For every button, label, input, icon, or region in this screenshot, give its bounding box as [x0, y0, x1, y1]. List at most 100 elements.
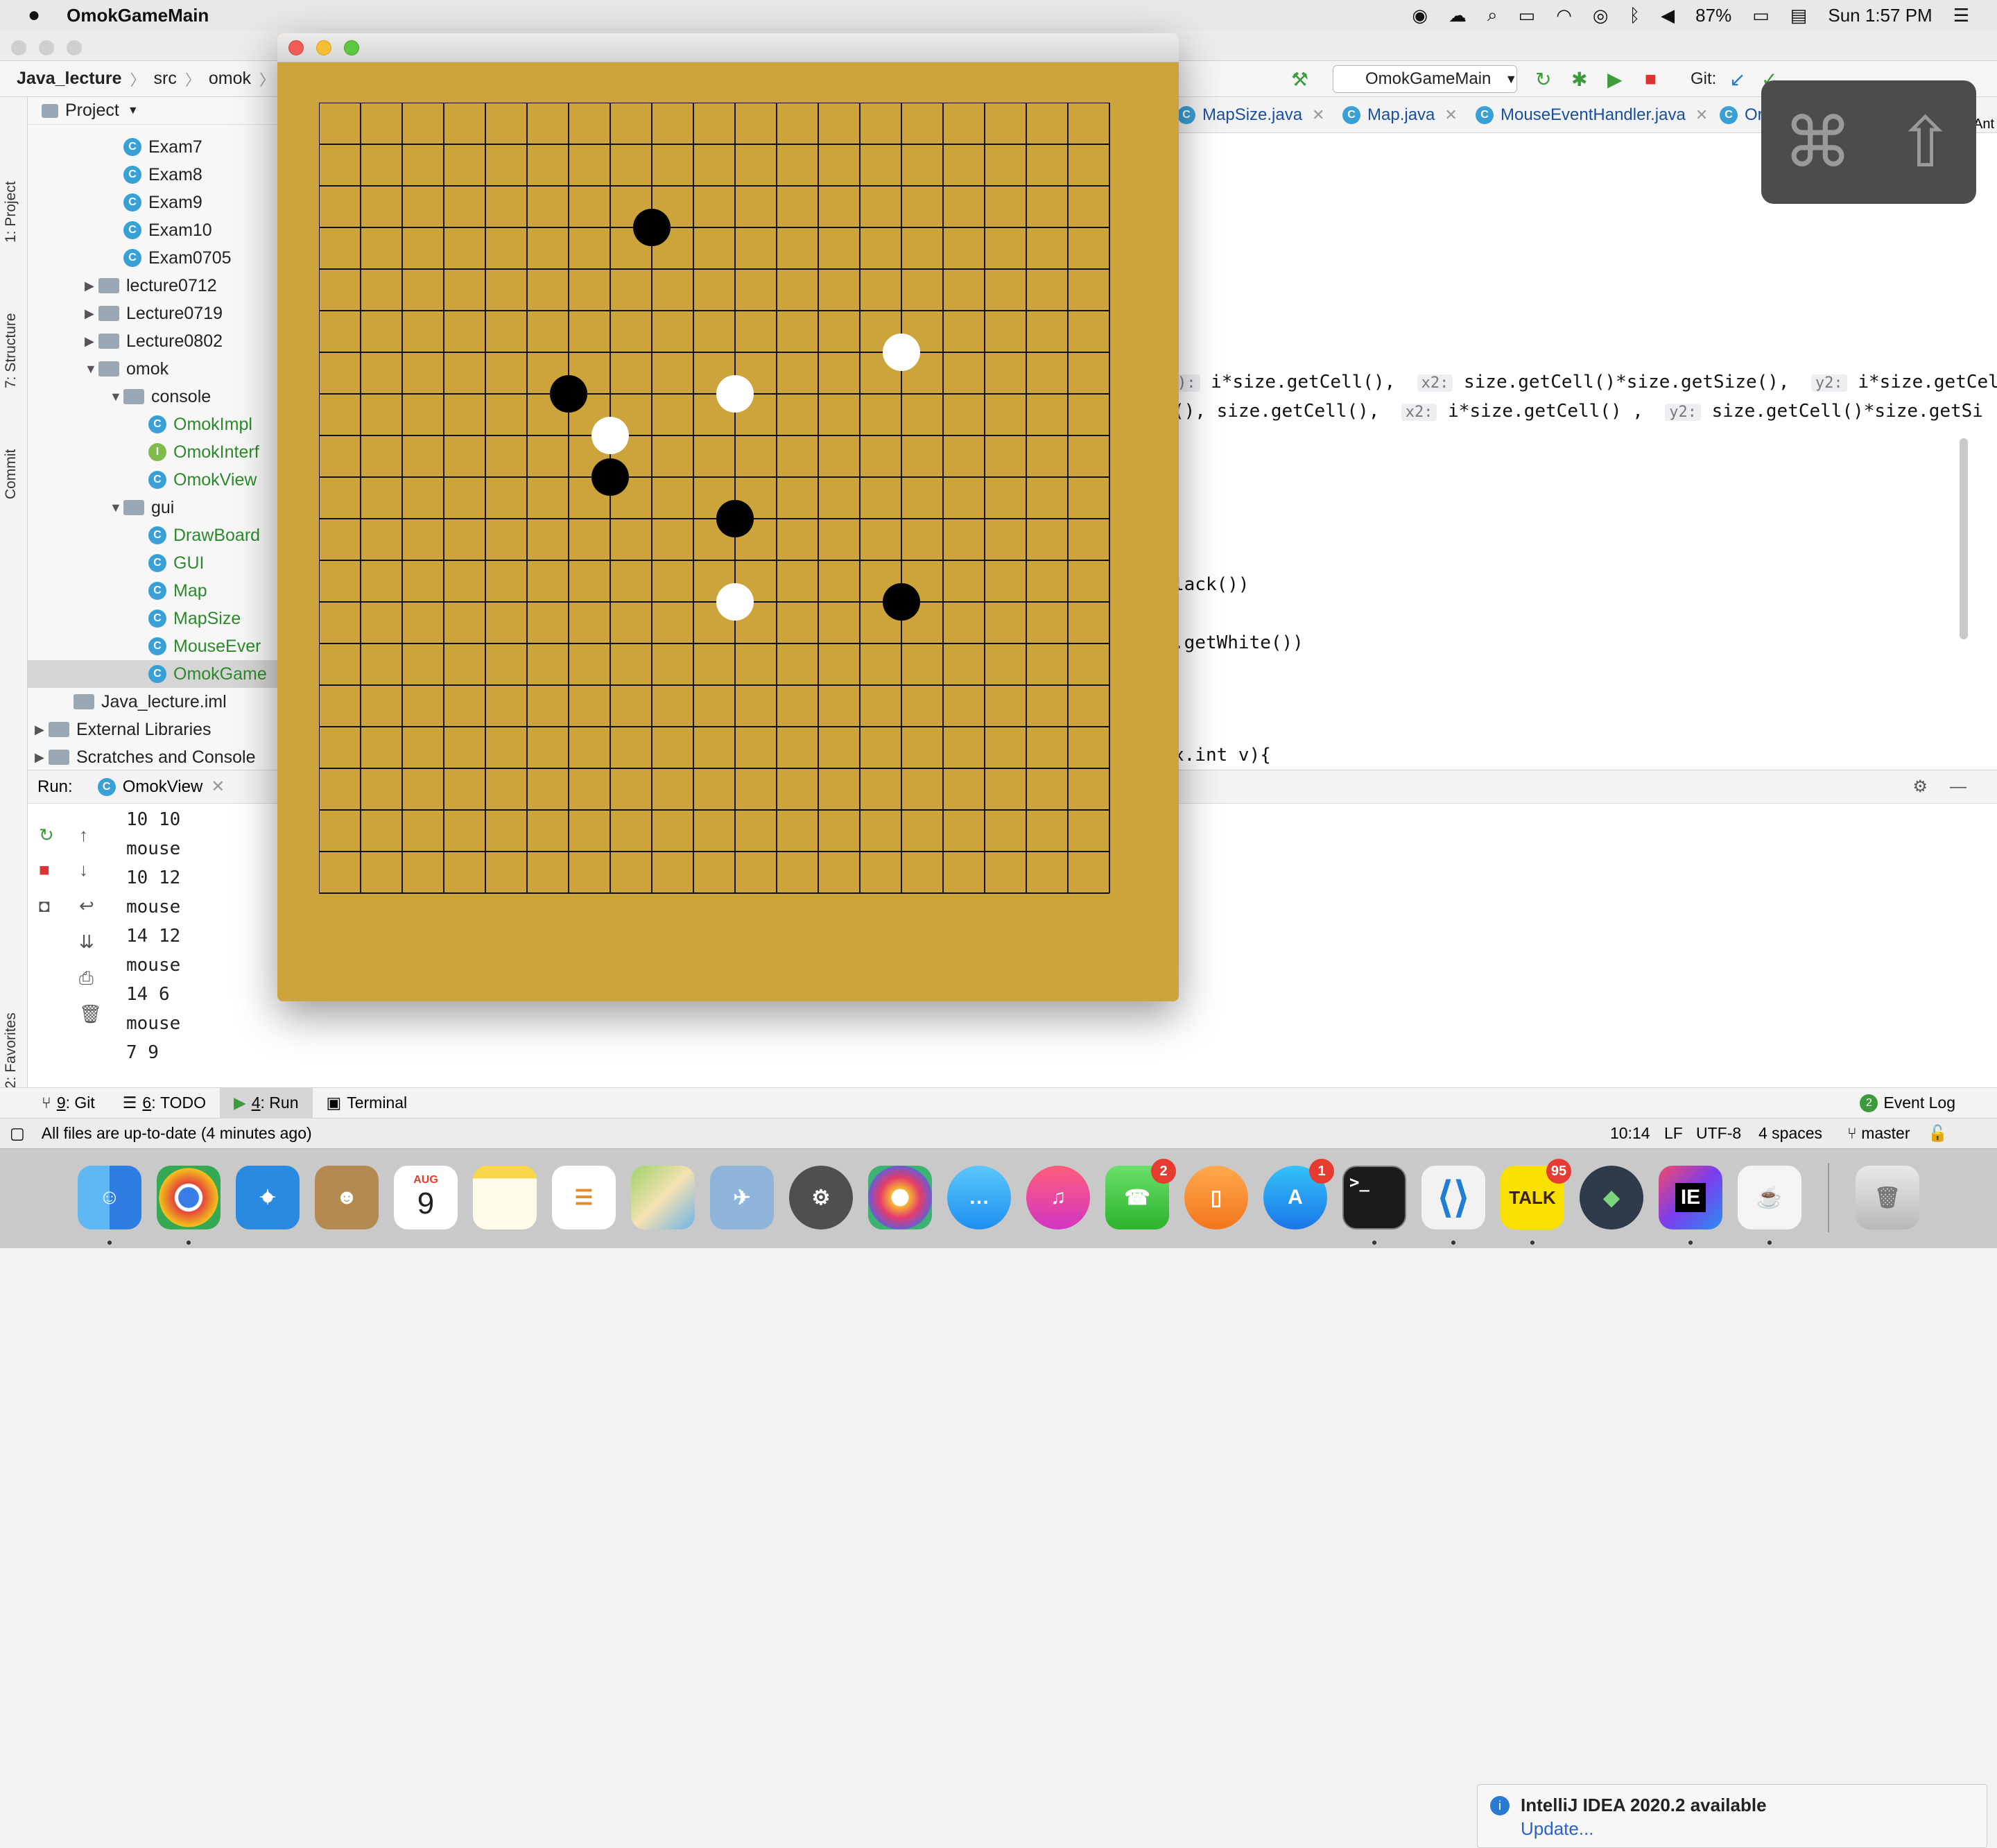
tab-run[interactable]: ▶ 4: Run: [220, 1087, 313, 1119]
code-line-3[interactable]: lack()): [1173, 574, 1250, 595]
app-store-icon[interactable]: A1: [1263, 1159, 1334, 1229]
airplay-icon[interactable]: ▭: [1519, 5, 1536, 26]
tab-mapsize[interactable]: C MapSize.java ✕: [1177, 97, 1325, 133]
books-icon[interactable]: ▯: [1184, 1166, 1248, 1229]
close-icon[interactable]: ✕: [211, 777, 225, 797]
notification-center-icon[interactable]: ☰: [1953, 5, 1969, 26]
lock-icon[interactable]: 🔓: [1928, 1124, 1948, 1143]
tab-map[interactable]: C Map.java ✕: [1342, 97, 1458, 133]
chevron-right-icon[interactable]: ▶: [85, 306, 98, 321]
stop-icon[interactable]: ■: [39, 859, 50, 881]
print-icon[interactable]: ⎙: [79, 967, 94, 990]
code-line-2[interactable]: (), size.getCell(), x2: i*size.getCell()…: [1173, 401, 1983, 422]
chevron-down-icon[interactable]: ▼: [110, 501, 123, 515]
tree-item-exam0705[interactable]: C Exam0705: [28, 244, 298, 272]
reminders-icon[interactable]: ☰: [552, 1166, 616, 1229]
contacts-icon[interactable]: ☻: [315, 1166, 379, 1229]
code-line-1[interactable]: ): i*size.getCell(), x2: size.getCell()*…: [1173, 372, 1997, 392]
maps-icon[interactable]: [631, 1166, 695, 1229]
tree-item-scratches-and-console[interactable]: ▶ Scratches and Console: [28, 743, 298, 771]
tab-terminal[interactable]: ▣ Terminal: [313, 1088, 422, 1119]
game-minimize-button[interactable]: [316, 40, 331, 55]
vtab-favorites[interactable]: 2: Favorites: [3, 1012, 19, 1089]
battery-percent[interactable]: 87%: [1695, 5, 1731, 26]
project-panel-title[interactable]: Project: [65, 101, 119, 121]
indent-setting[interactable]: 4 spaces: [1758, 1124, 1822, 1143]
arrow-up-icon[interactable]: ↑: [79, 824, 88, 846]
volume-icon[interactable]: ◀: [1661, 5, 1675, 26]
app-name[interactable]: OmokGameMain: [67, 5, 209, 26]
tab-mouseeventhandler[interactable]: C MouseEventHandler.java ✕: [1476, 97, 1708, 133]
editor-scrollbar[interactable]: [1960, 438, 1968, 639]
scroll-to-end-icon[interactable]: ⇊: [79, 931, 94, 953]
tree-item-omokinterf[interactable]: I OmokInterf: [28, 438, 298, 466]
tree-item-gui[interactable]: C GUI: [28, 549, 298, 577]
vtab-ant[interactable]: Ant: [1973, 116, 1997, 179]
terminal-icon[interactable]: >_: [1342, 1166, 1406, 1229]
run-tab-omokview[interactable]: OmokView: [123, 777, 203, 797]
breadcrumb-src[interactable]: src: [146, 69, 185, 89]
trash-icon[interactable]: 🗑: [79, 1003, 102, 1025]
tree-item-omok[interactable]: ▼ omok: [28, 355, 298, 383]
tree-item-exam8[interactable]: C Exam8: [28, 161, 298, 189]
search-icon[interactable]: ⌕: [1487, 4, 1498, 26]
status-toggle-icon[interactable]: ▢: [10, 1124, 25, 1143]
tab-todo[interactable]: ☰ 6: TODO: [109, 1088, 220, 1119]
facetime-icon[interactable]: ☎ 2: [1105, 1159, 1176, 1229]
camera-icon[interactable]: ◘: [39, 895, 50, 917]
tree-item-mapsize[interactable]: C MapSize: [28, 605, 298, 632]
tree-item-mouseever[interactable]: C MouseEver: [28, 632, 298, 660]
code-line-5[interactable]: x.int v){: [1173, 745, 1271, 766]
line-separator[interactable]: LF: [1664, 1124, 1683, 1143]
debug-bug-icon[interactable]: ✱: [1571, 68, 1587, 91]
chevron-down-icon[interactable]: ▼: [85, 362, 98, 377]
chevron-right-icon[interactable]: ▶: [85, 279, 98, 293]
apple-menu-icon[interactable]: ●: [28, 3, 40, 27]
rerun-icon[interactable]: ↻: [39, 824, 54, 846]
tree-item-exam10[interactable]: C Exam10: [28, 216, 298, 244]
tree-item-lecture0719[interactable]: ▶ Lecture0719: [28, 300, 298, 327]
caret-position[interactable]: 10:14: [1610, 1124, 1650, 1143]
ide-minimize-button[interactable]: [39, 40, 54, 55]
build-hammer-icon[interactable]: ⚒: [1291, 68, 1308, 91]
android-studio-icon[interactable]: ◆: [1580, 1166, 1643, 1229]
java-icon[interactable]: ☕: [1738, 1166, 1801, 1229]
calendar-icon[interactable]: AUG 9: [394, 1166, 458, 1229]
notes-icon[interactable]: [473, 1166, 537, 1229]
omok-board[interactable]: [319, 103, 1114, 897]
tree-item-console[interactable]: ▼ console: [28, 383, 298, 411]
tree-item-exam7[interactable]: C Exam7: [28, 133, 298, 161]
code-line-4[interactable]: .getWhite()): [1173, 632, 1304, 653]
tree-item-external-libraries[interactable]: ▶ External Libraries: [28, 716, 298, 743]
tree-item-exam9[interactable]: C Exam9: [28, 189, 298, 216]
vtab-structure[interactable]: 7: Structure: [3, 313, 19, 388]
ide-close-button[interactable]: [11, 40, 26, 55]
soft-wrap-icon[interactable]: ↩: [79, 895, 94, 917]
chevron-down-icon[interactable]: ▼: [110, 390, 123, 404]
ide-zoom-button[interactable]: [67, 40, 82, 55]
game-close-button[interactable]: [288, 40, 304, 55]
bluetooth-icon[interactable]: ᛒ: [1629, 5, 1641, 26]
trash-icon[interactable]: 🗑: [1856, 1166, 1919, 1229]
siri-icon[interactable]: ◎: [1593, 5, 1609, 26]
vtab-project[interactable]: 1: Project: [3, 181, 19, 243]
music-icon[interactable]: ♫: [1026, 1166, 1090, 1229]
cloud-icon[interactable]: ☁: [1449, 5, 1467, 26]
notification-icon[interactable]: ◉: [1412, 5, 1428, 26]
tab-omokgamemain[interactable]: C Or: [1720, 97, 1763, 133]
chrome-icon[interactable]: [157, 1166, 221, 1229]
update-link[interactable]: Update...: [1521, 1818, 1594, 1840]
arrow-down-icon[interactable]: ↓: [79, 859, 88, 881]
chevron-right-icon[interactable]: ▶: [35, 723, 49, 737]
tree-item-omokgame[interactable]: C OmokGame: [28, 660, 298, 688]
chevron-down-icon[interactable]: ▼: [128, 105, 139, 117]
coverage-icon[interactable]: ▶: [1607, 68, 1623, 91]
tab-git[interactable]: ⑂ 9: Git: [28, 1088, 109, 1119]
kakaotalk-icon[interactable]: TALK 95: [1501, 1159, 1571, 1229]
tree-item-gui[interactable]: ▼ gui: [28, 494, 298, 521]
tree-item-omokimpl[interactable]: C OmokImpl: [28, 411, 298, 438]
settings-gear-icon[interactable]: ⚙: [1912, 777, 1928, 797]
git-update-icon[interactable]: ↙: [1729, 68, 1745, 91]
chevron-right-icon[interactable]: ▶: [85, 334, 98, 349]
vtab-commit[interactable]: Commit: [3, 449, 19, 499]
